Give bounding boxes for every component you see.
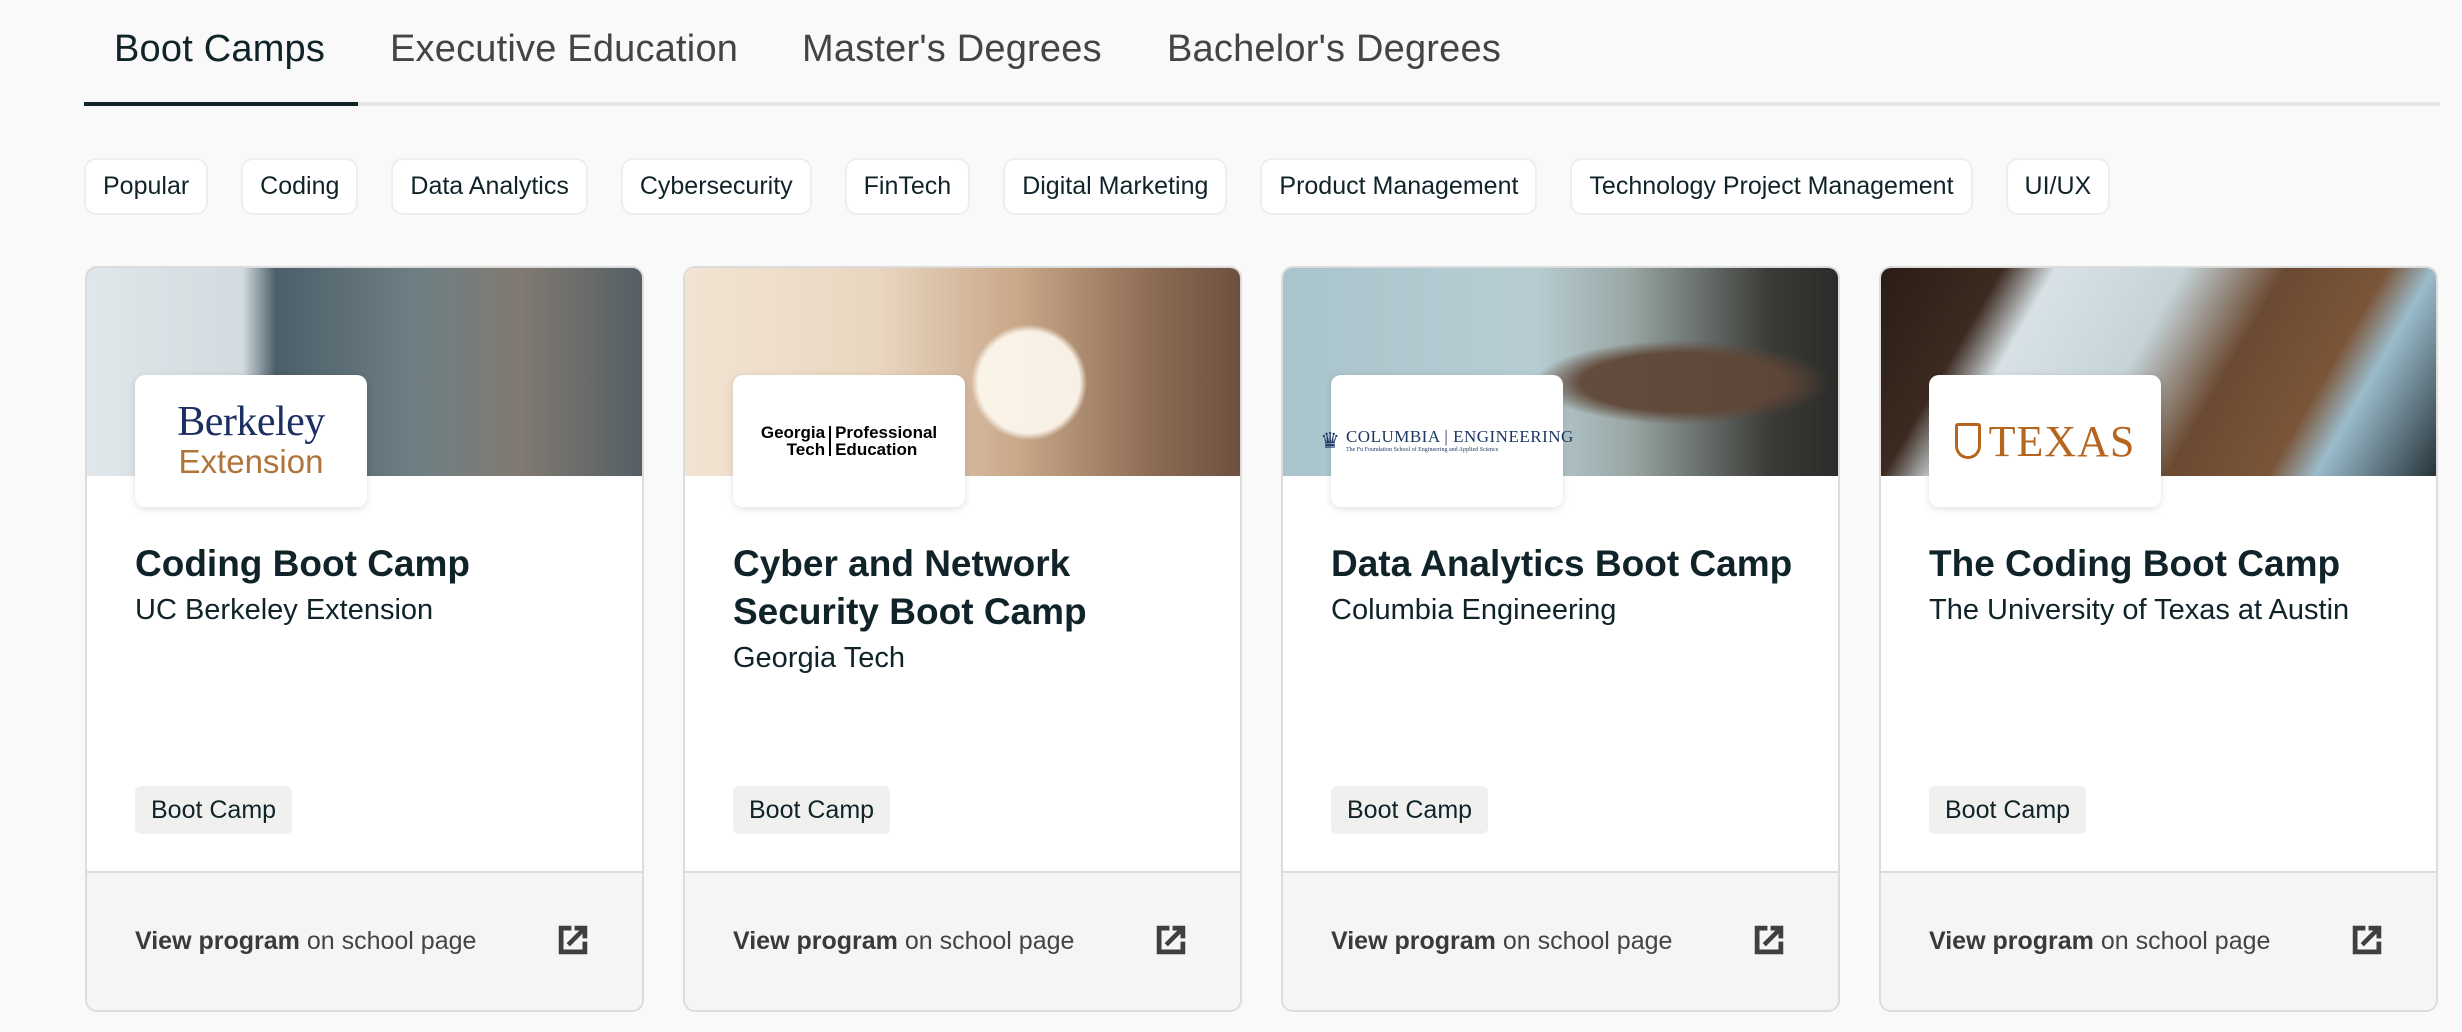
logo-subtext: The Fu Foundation School of Engineering …	[1345, 447, 1499, 453]
view-program-link[interactable]: View program on school page	[1283, 871, 1838, 1010]
active-tab-indicator	[84, 102, 358, 106]
logo-text: TEXAS	[1988, 416, 2136, 466]
school-name: UC Berkeley Extension	[135, 594, 434, 626]
chip-coding[interactable]: Coding	[241, 158, 359, 215]
view-program-label: View program	[1331, 927, 1496, 955]
external-link-icon[interactable]	[2348, 921, 2386, 959]
program-card[interactable]: TEXAS The Coding Boot Camp The Universit…	[1879, 266, 2438, 1012]
tabs-divider	[84, 102, 2440, 106]
crown-icon: ♛	[1320, 428, 1340, 453]
logo-text: Tech	[786, 440, 826, 459]
logo-text: Berkeley	[177, 399, 325, 445]
topic-filter-chips: Popular Coding Data Analytics Cybersecur…	[84, 158, 2111, 215]
logo-text: Education	[835, 440, 918, 459]
logo-divider	[829, 426, 832, 456]
chip-product-management[interactable]: Product Management	[1260, 158, 1538, 215]
program-title: Data Analytics Boot Camp	[1331, 543, 1793, 584]
program-type-tabs: Boot Camps Executive Education Master's …	[84, 0, 2440, 106]
view-program-suffix: on school page	[299, 927, 477, 955]
view-program-suffix: on school page	[897, 927, 1075, 955]
chip-fintech[interactable]: FinTech	[844, 158, 971, 215]
program-card[interactable]: Georgia Tech Professional Education Cyber …	[683, 266, 1242, 1012]
school-logo: Georgia Tech Professional Education	[733, 375, 965, 507]
program-type-badge: Boot Camp	[733, 786, 891, 834]
external-link-icon[interactable]	[1750, 921, 1788, 959]
program-title: Cyber and Network Security Boot Camp	[733, 543, 1087, 632]
chip-cybersecurity[interactable]: Cybersecurity	[620, 158, 812, 215]
view-program-link[interactable]: View program on school page	[1881, 871, 2436, 1010]
school-name: The University of Texas at Austin	[1929, 594, 2350, 626]
school-name: Columbia Engineering	[1331, 594, 1617, 626]
tab-bachelors-degrees[interactable]: Bachelor's Degrees	[1167, 28, 1501, 71]
logo-text: COLUMBIA | ENGINEERING	[1345, 427, 1574, 446]
view-program-label: View program	[135, 927, 300, 955]
school-logo: Berkeley Extension	[135, 375, 367, 507]
chip-ui-ux[interactable]: UI/UX	[2005, 158, 2111, 215]
view-program-link[interactable]: View program on school page	[685, 871, 1240, 1010]
logo-text: Georgia	[760, 423, 826, 442]
program-title: The Coding Boot Camp	[1929, 543, 2341, 584]
program-type-badge: Boot Camp	[1929, 786, 2087, 834]
school-logo: ♛ COLUMBIA | ENGINEERING The Fu Foundati…	[1320, 375, 1573, 507]
tab-masters-degrees[interactable]: Master's Degrees	[802, 28, 1102, 71]
external-link-icon[interactable]	[1152, 921, 1190, 959]
program-card[interactable]: ♛ COLUMBIA | ENGINEERING The Fu Foundati…	[1281, 266, 1840, 1012]
chip-popular[interactable]: Popular	[84, 158, 209, 215]
program-cards: Berkeley Extension Coding Boot Camp UC B…	[85, 266, 2438, 1012]
program-title: Coding Boot Camp	[135, 543, 471, 584]
chip-technology-project-management[interactable]: Technology Project Management	[1570, 158, 1973, 215]
view-program-suffix: on school page	[1495, 927, 1673, 955]
logo-text: Professional	[835, 423, 938, 442]
school-logo: TEXAS	[1929, 375, 2161, 507]
tab-boot-camps[interactable]: Boot Camps	[114, 28, 325, 71]
view-program-label: View program	[733, 927, 898, 955]
shield-icon	[1954, 423, 1981, 459]
view-program-link[interactable]: View program on school page	[87, 871, 642, 1010]
external-link-icon[interactable]	[554, 921, 592, 959]
program-type-badge: Boot Camp	[1331, 786, 1489, 834]
school-name: Georgia Tech	[733, 642, 905, 674]
tab-executive-education[interactable]: Executive Education	[390, 28, 738, 71]
view-program-label: View program	[1929, 927, 2094, 955]
logo-subtext: Extension	[178, 443, 324, 480]
view-program-suffix: on school page	[2093, 927, 2271, 955]
chip-data-analytics[interactable]: Data Analytics	[391, 158, 588, 215]
chip-digital-marketing[interactable]: Digital Marketing	[1003, 158, 1228, 215]
program-card[interactable]: Berkeley Extension Coding Boot Camp UC B…	[85, 266, 644, 1012]
program-type-badge: Boot Camp	[135, 786, 293, 834]
